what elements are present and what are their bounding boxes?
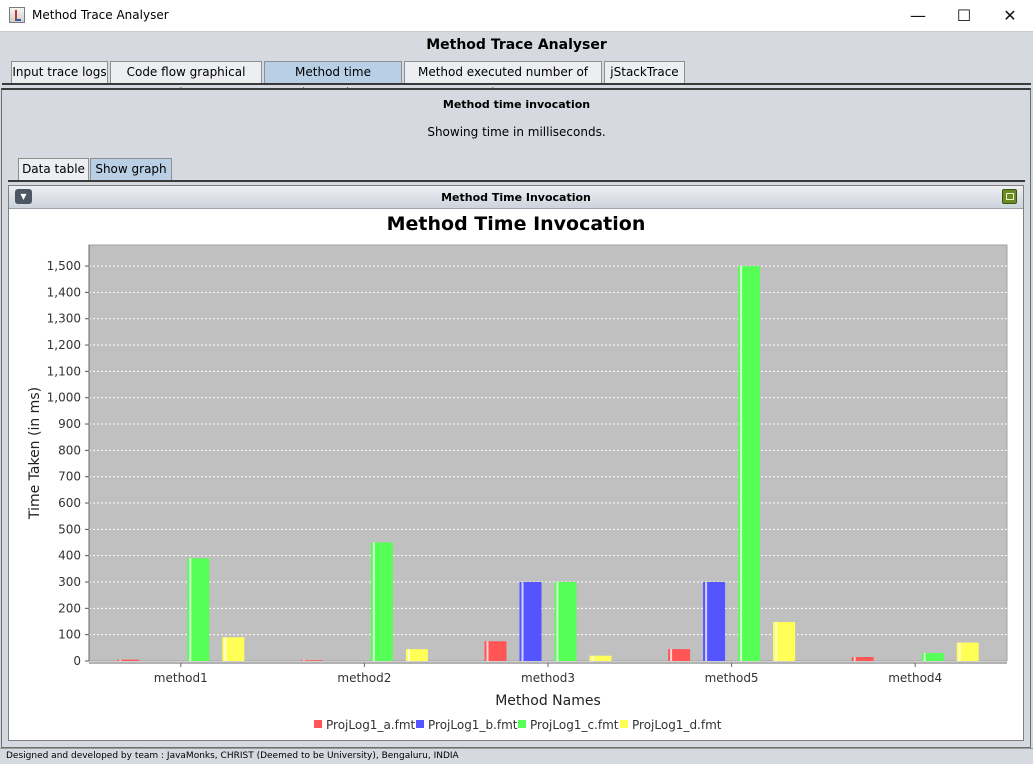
legend-swatch (518, 720, 526, 728)
y-tick-label: 200 (58, 601, 81, 615)
legend-item: ProjLog1_c.fmt (530, 718, 619, 732)
legend-swatch (416, 720, 424, 728)
window-title: Method Trace Analyser (32, 8, 169, 22)
y-tick-label: 800 (58, 443, 81, 457)
bar-highlight (372, 542, 375, 661)
bar-highlight (670, 649, 673, 661)
bar-highlight (407, 649, 410, 661)
y-tick-label: 600 (58, 496, 81, 510)
x-axis-label: Method Names (495, 693, 601, 709)
restore-icon[interactable] (1002, 189, 1017, 204)
chart-title: Method Time Invocation (387, 213, 646, 235)
x-tick-label: method3 (521, 671, 575, 685)
x-tick-label: method4 (888, 671, 942, 685)
bar-highlight (923, 653, 926, 661)
bar-highlight (705, 582, 708, 661)
bar-chart: Method Time Invocation 0 100 200 300 400 500 60… (27, 213, 1008, 732)
bar-highlight (119, 659, 122, 661)
bar-highlight (556, 582, 559, 661)
legend-swatch (314, 720, 322, 728)
tab-divider (2, 83, 1031, 85)
title-bar: Method Trace Analyser — ☐ ✕ (0, 0, 1033, 32)
bar-highlight (189, 558, 192, 661)
bar-highlight (853, 657, 856, 661)
bar-highlight (486, 641, 489, 661)
y-tick-label: 1,300 (47, 312, 81, 326)
bar-highlight (958, 642, 961, 661)
legend-item: ProjLog1_b.fmt (428, 718, 518, 732)
y-tick-label: 1,400 (47, 285, 81, 299)
tab-data-table[interactable]: Data table (18, 158, 89, 180)
subtab-divider (8, 180, 1025, 182)
java-app-icon (9, 7, 25, 23)
bar-highlight (740, 266, 743, 661)
panel-title: Method time invocation (442, 98, 591, 111)
tab-input-trace-logs[interactable]: Input trace logs (11, 61, 108, 83)
tab-method-executed-number-of-times[interactable]: Method executed number of times (404, 61, 602, 100)
legend-item: ProjLog1_a.fmt (326, 718, 416, 732)
y-tick-label: 1,000 (47, 391, 81, 405)
bar-highlight (224, 637, 227, 661)
y-tick-label: 700 (58, 470, 81, 484)
minimize-button[interactable]: — (895, 0, 941, 31)
bar-highlight (775, 622, 778, 661)
y-tick-label: 1,500 (47, 259, 81, 273)
tab-method-time-invocation[interactable]: Method time invocation (264, 61, 402, 100)
tab-jstacktrace[interactable]: jStackTrace (604, 61, 685, 83)
panel-subtitle: Showing time in milliseconds. (427, 125, 606, 139)
legend-swatch (620, 720, 628, 728)
bar-highlight (591, 655, 594, 661)
status-bar: Designed and developed by team : JavaMon… (0, 748, 1033, 764)
plot-area (88, 244, 1008, 662)
y-tick-label: 0 (73, 654, 81, 668)
maximize-button[interactable]: ☐ (941, 0, 987, 31)
chart-frame-title: Method Time Invocation (441, 191, 591, 204)
chart-frame-header: ▼ Method Time Invocation (9, 186, 1023, 209)
y-tick-label: 300 (58, 575, 81, 589)
x-tick-label: method5 (705, 671, 759, 685)
x-tick-label: method1 (154, 671, 208, 685)
legend-item: ProjLog1_d.fmt (632, 718, 722, 732)
y-tick-label: 1,200 (47, 338, 81, 352)
y-tick-label: 100 (58, 628, 81, 642)
y-tick-label: 900 (58, 417, 81, 431)
close-button[interactable]: ✕ (987, 0, 1033, 31)
x-tick-label: method2 (337, 671, 391, 685)
bar-highlight (302, 660, 305, 661)
y-axis-label: Time Taken (in ms) (27, 387, 43, 520)
bar-highlight (521, 582, 524, 661)
tab-code-flow-graphical-view[interactable]: Code flow graphical view (110, 61, 262, 100)
y-tick-label: 1,100 (47, 364, 81, 378)
y-tick-label: 500 (58, 522, 81, 536)
tab-show-graph[interactable]: Show graph (90, 158, 172, 181)
y-tick-label: 400 (58, 549, 81, 563)
app-heading: Method Trace Analyser (426, 37, 607, 53)
